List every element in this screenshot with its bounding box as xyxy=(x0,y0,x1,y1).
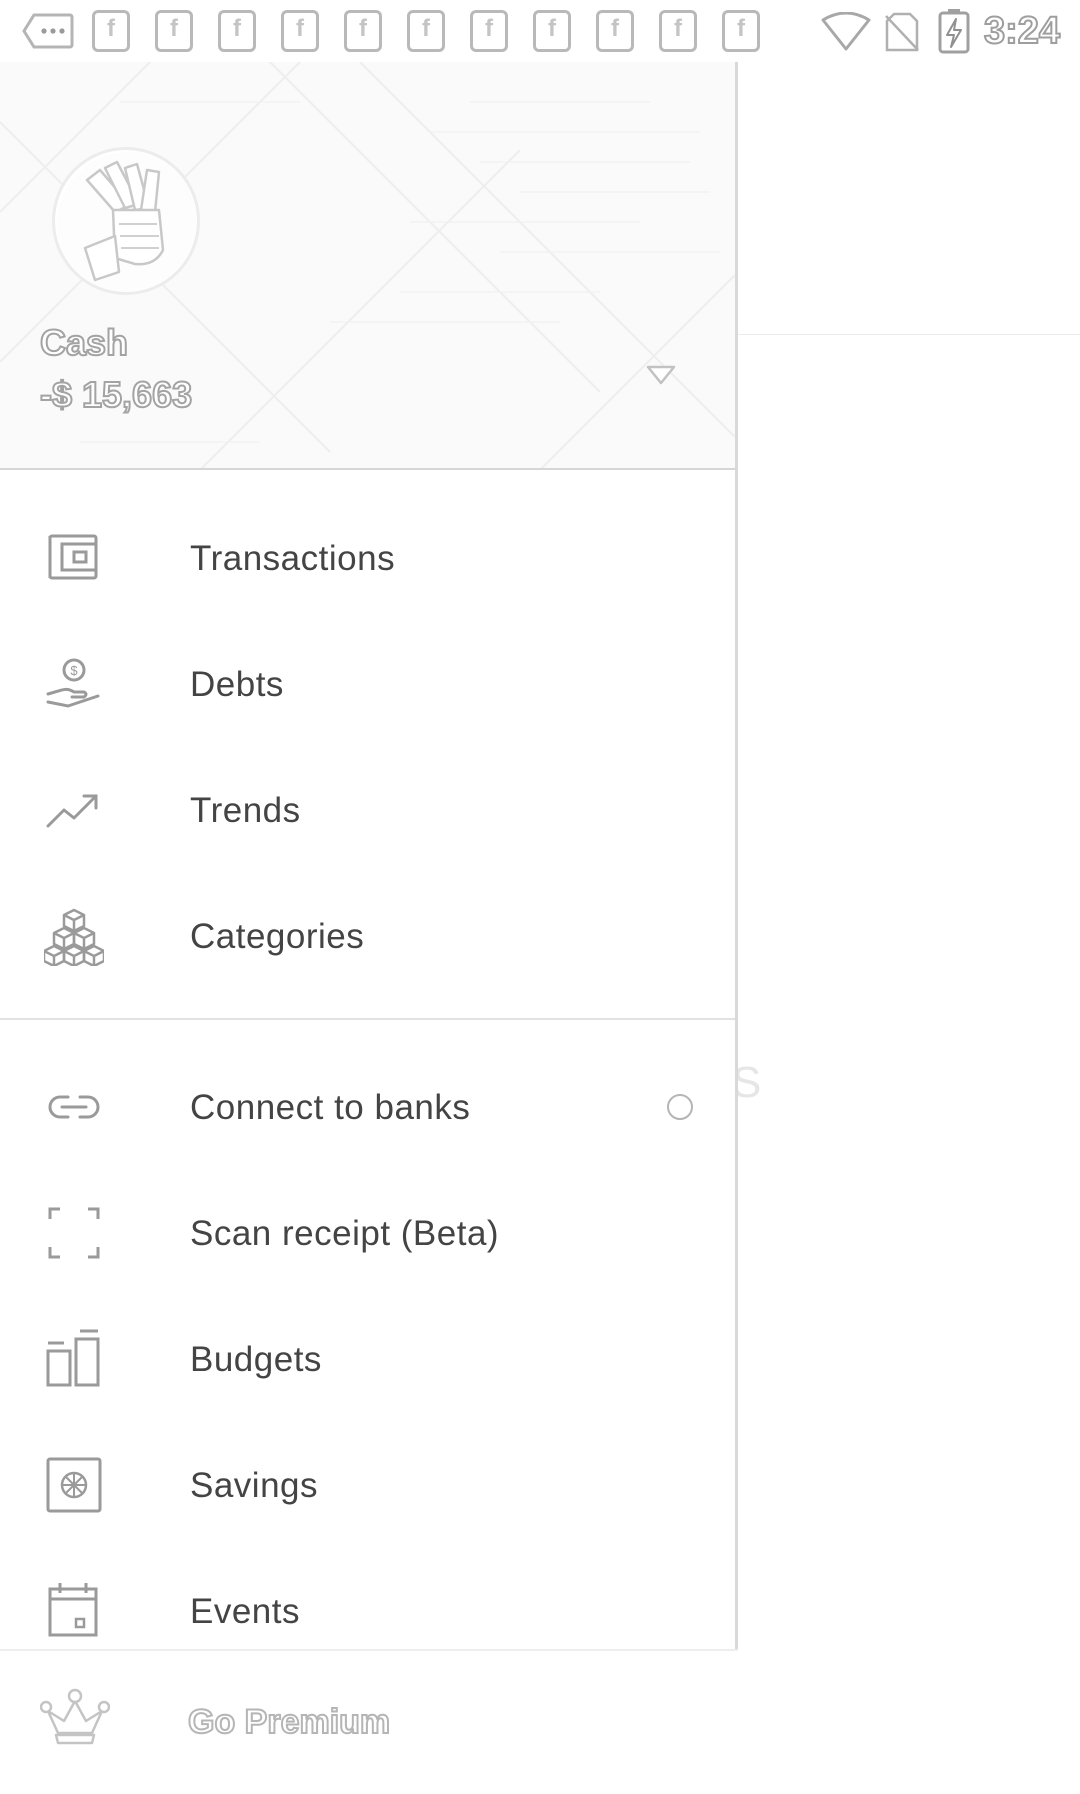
chevron-down-icon[interactable] xyxy=(646,364,676,386)
menu-label: Categories xyxy=(190,917,365,956)
trending-up-icon xyxy=(46,794,98,828)
bank-status-indicator xyxy=(667,1094,693,1120)
menu-item-transactions[interactable]: Transactions xyxy=(0,495,735,621)
menu-label: Savings xyxy=(190,1466,319,1505)
clock: 3:24 xyxy=(983,9,1061,53)
facebook-notification-icon: f xyxy=(659,10,697,52)
menu-label: Events xyxy=(190,1592,300,1631)
menu-item-debts[interactable]: $ Debts xyxy=(0,621,735,747)
hand-coin-icon: $ xyxy=(46,658,100,708)
facebook-notification-icon: f xyxy=(533,10,571,52)
safe-icon xyxy=(46,1457,102,1513)
drawer-header[interactable]: Cash -$ 15,663 xyxy=(0,62,735,470)
main-content-behind xyxy=(738,62,1080,1794)
status-bar: f f f f f f f f f f f 3:24 xyxy=(0,0,1080,62)
notification-glyph: f xyxy=(548,15,556,42)
notification-glyph: f xyxy=(737,15,745,42)
notification-glyph: f xyxy=(611,15,619,42)
account-name: Cash xyxy=(39,321,129,364)
facebook-notification-icon: f xyxy=(155,10,193,52)
menu-label: Transactions xyxy=(190,539,396,578)
wifi-icon xyxy=(821,12,871,51)
budget-bars-icon xyxy=(46,1329,100,1387)
menu-item-trends[interactable]: Trends xyxy=(0,747,735,873)
svg-text:$: $ xyxy=(70,663,78,678)
scan-frame-icon xyxy=(48,1207,100,1259)
account-balance: -$ 15,663 xyxy=(39,373,193,416)
menu-item-categories[interactable]: Categories xyxy=(0,873,735,999)
wallet-icon xyxy=(48,534,98,580)
menu-label: Connect to banks xyxy=(190,1088,471,1127)
stacked-boxes-icon xyxy=(44,908,104,966)
menu-item-scan-receipt[interactable]: Scan receipt (Beta) xyxy=(0,1170,735,1296)
facebook-notification-icon: f xyxy=(218,10,256,52)
menu-divider xyxy=(0,1018,735,1020)
link-icon xyxy=(48,1095,100,1119)
notification-glyph: f xyxy=(422,15,430,42)
notification-glyph: f xyxy=(107,15,115,42)
notification-glyph: f xyxy=(296,15,304,42)
crown-icon xyxy=(40,1688,110,1745)
notification-glyph: f xyxy=(170,15,178,42)
facebook-notification-icon: f xyxy=(722,10,760,52)
no-sim-icon xyxy=(885,12,919,52)
menu-item-savings[interactable]: Savings xyxy=(0,1422,735,1548)
facebook-notification-icon: f xyxy=(596,10,634,52)
main-content-divider xyxy=(738,334,1080,335)
screen: fffffffffff 3:24 S Cash -$ 15,663 Transa… xyxy=(0,0,1080,1794)
facebook-notification-icon: f xyxy=(407,10,445,52)
go-premium-label: Go Premium xyxy=(187,1702,391,1742)
notification-glyph: f xyxy=(359,15,367,42)
facebook-notification-icon: f xyxy=(281,10,319,52)
menu-label: Debts xyxy=(190,665,284,704)
facebook-notification-icon: f xyxy=(470,10,508,52)
menu-item-connect-to-banks[interactable]: Connect to banks xyxy=(0,1044,735,1170)
menu-item-budgets[interactable]: Budgets xyxy=(0,1296,735,1422)
notification-glyph: f xyxy=(674,15,682,42)
notification-glyph: f xyxy=(485,15,493,42)
facebook-notification-icon: f xyxy=(92,10,130,52)
notification-glyph: f xyxy=(233,15,241,42)
battery-charging-icon xyxy=(938,9,970,54)
more-dots-icon xyxy=(22,13,74,49)
account-avatar[interactable] xyxy=(52,147,200,295)
facebook-notification-icon: f xyxy=(344,10,382,52)
menu-label: Trends xyxy=(190,791,301,830)
menu-label: Scan receipt (Beta) xyxy=(190,1214,500,1253)
navigation-drawer: Cash -$ 15,663 Transactions $ Debts Tren… xyxy=(0,62,738,1794)
go-premium-button[interactable]: Go Premium xyxy=(0,1649,738,1794)
calendar-icon xyxy=(48,1583,98,1637)
cash-hand-icon xyxy=(57,152,197,292)
menu-label: Budgets xyxy=(190,1340,322,1379)
